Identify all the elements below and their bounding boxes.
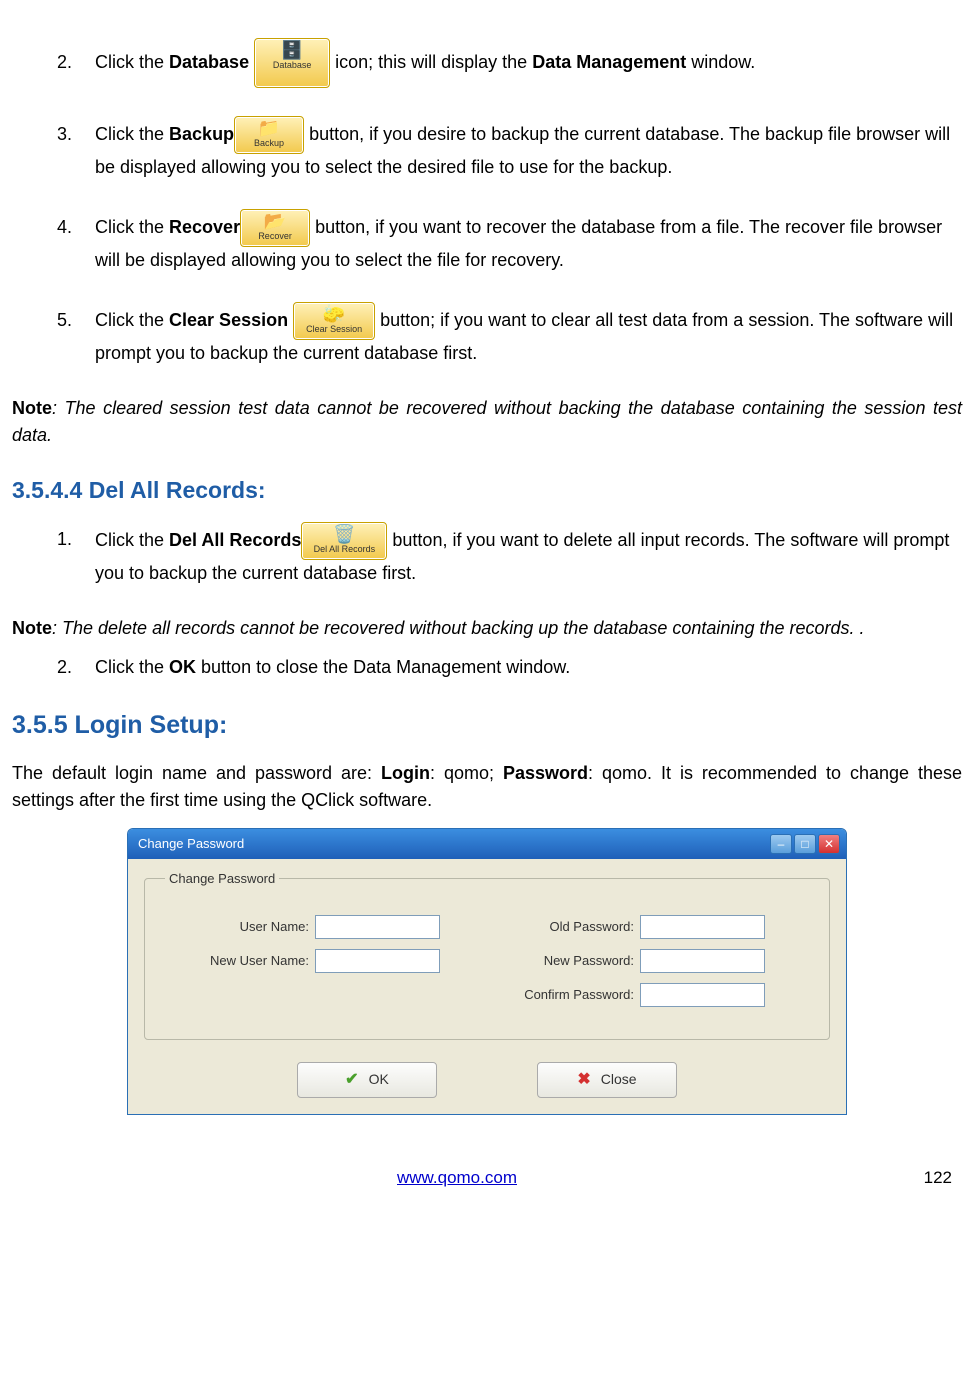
ok-button[interactable]: ✔ OK <box>297 1062 437 1098</box>
text: Click the <box>95 124 169 144</box>
clear-session-icon: 🧽Clear Session <box>293 302 375 340</box>
database-icon: 🗄️Database <box>254 38 330 88</box>
text-bold: Del All Records <box>169 529 301 549</box>
text: Click the <box>95 657 169 677</box>
list-item: Click the Clear Session 🧽Clear Session b… <box>77 302 962 367</box>
text-bold: Clear Session <box>169 310 288 330</box>
text: Click the <box>95 217 169 237</box>
footer-link[interactable]: www.qomo.com <box>12 1165 902 1191</box>
label-new-password: New Password: <box>490 951 640 971</box>
page-number: 122 <box>902 1165 962 1191</box>
text-bold: Recover <box>169 217 240 237</box>
label-user-name: User Name: <box>165 917 315 937</box>
text: The default login name and password are: <box>12 763 381 783</box>
fieldset-change-password: Change Password User Name: Old Password:… <box>144 869 830 1040</box>
login-intro: The default login name and password are:… <box>12 760 962 814</box>
check-icon: ✔ <box>345 1068 358 1092</box>
close-button-label: Close <box>601 1069 637 1090</box>
text: Click the <box>95 52 169 72</box>
heading-del-all-records: 3.5.4.4 Del All Records: <box>12 473 962 508</box>
text-bold: OK <box>169 657 196 677</box>
text-bold: Data Management <box>532 52 686 72</box>
confirm-password-field[interactable] <box>640 983 765 1007</box>
list-item: Click the Recover📂Recover button, if you… <box>77 209 962 274</box>
change-password-dialog: Change Password – □ ✕ Change Password Us… <box>127 828 847 1115</box>
note-body: : The delete all records cannot be recov… <box>52 618 865 638</box>
maximize-button[interactable]: □ <box>794 834 816 854</box>
text-bold: Backup <box>169 124 234 144</box>
note-text: Note: The delete all records cannot be r… <box>12 615 962 642</box>
text-bold: Password <box>503 763 588 783</box>
new-password-field[interactable] <box>640 949 765 973</box>
close-button[interactable]: ✕ <box>818 834 840 854</box>
old-password-field[interactable] <box>640 915 765 939</box>
text-bold: Login <box>381 763 430 783</box>
text-bold: Database <box>169 52 249 72</box>
list-item: Click the OK button to close the Data Ma… <box>77 654 962 681</box>
close-dialog-button[interactable]: ✖ Close <box>537 1062 677 1098</box>
note-text: Note: The cleared session test data cann… <box>12 395 962 449</box>
note-label: Note <box>12 398 52 418</box>
minimize-button[interactable]: – <box>770 834 792 854</box>
label-confirm-password: Confirm Password: <box>490 985 640 1005</box>
ok-button-label: OK <box>369 1069 389 1090</box>
backup-icon: 📁Backup <box>234 116 304 154</box>
note-label: Note <box>12 618 52 638</box>
dialog-titlebar: Change Password – □ ✕ <box>128 829 846 859</box>
recover-icon: 📂Recover <box>240 209 310 247</box>
dialog-title: Change Password <box>138 834 244 854</box>
list-item: Click the Del All Records🗑️Del All Recor… <box>77 522 962 587</box>
text: Click the <box>95 310 169 330</box>
text: button to close the Data Management wind… <box>196 657 570 677</box>
new-user-name-field[interactable] <box>315 949 440 973</box>
note-body: : The cleared session test data cannot b… <box>12 398 962 445</box>
close-icon: ✖ <box>577 1068 590 1092</box>
del-all-records-icon: 🗑️Del All Records <box>301 522 387 560</box>
text: window. <box>686 52 755 72</box>
list-item: Click the Backup📁Backup button, if you d… <box>77 116 962 181</box>
text: : qomo; <box>430 763 503 783</box>
user-name-field[interactable] <box>315 915 440 939</box>
heading-login-setup: 3.5.5 Login Setup: <box>12 707 962 745</box>
list-item: Click the Database 🗄️Database icon; this… <box>77 38 962 88</box>
label-new-user-name: New User Name: <box>165 951 315 971</box>
text: Click the <box>95 529 169 549</box>
text: icon; this will display the <box>335 52 532 72</box>
label-old-password: Old Password: <box>490 917 640 937</box>
fieldset-legend: Change Password <box>165 869 279 889</box>
